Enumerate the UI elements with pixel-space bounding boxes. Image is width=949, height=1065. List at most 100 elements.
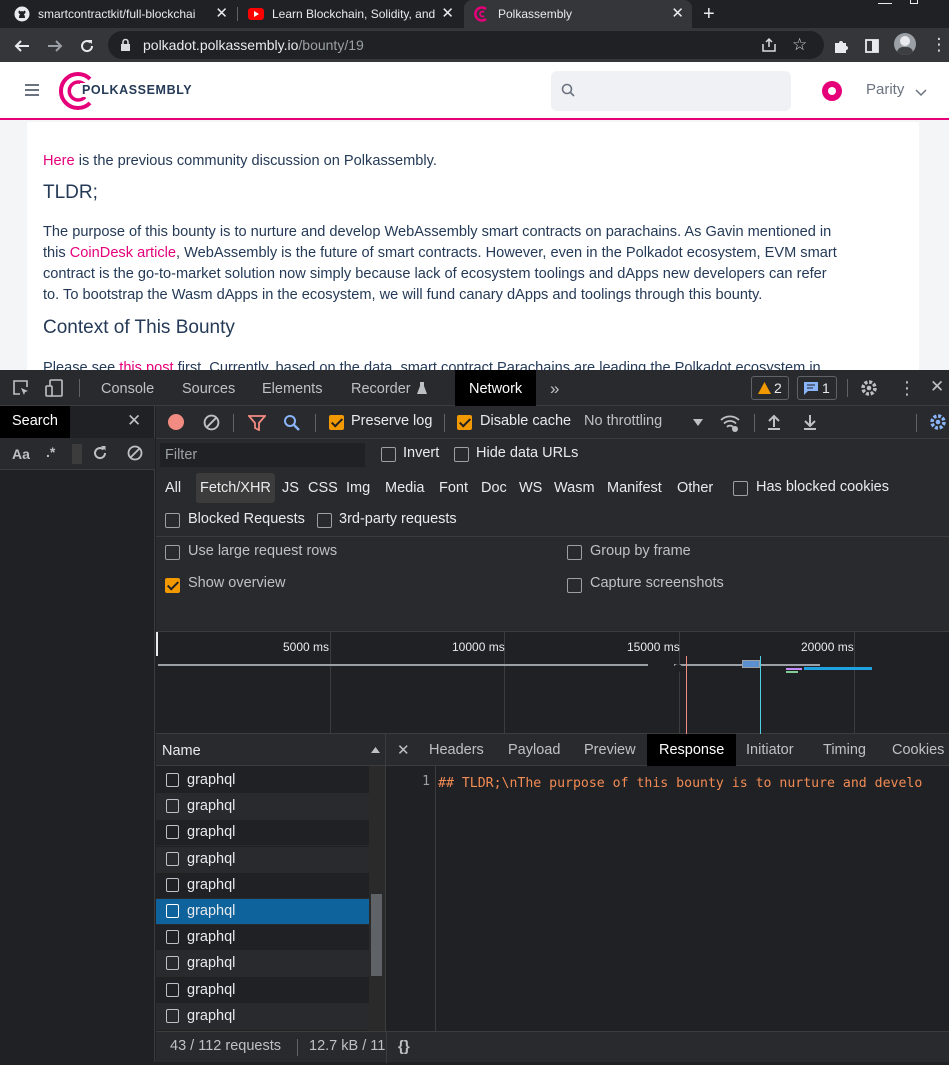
profile-avatar[interactable] (894, 33, 916, 55)
chevron-down-icon[interactable] (915, 84, 927, 102)
overview-start-handle[interactable] (156, 632, 158, 656)
dropdown-triangle-icon[interactable] (693, 419, 703, 426)
browser-tab-polkassembly[interactable]: Polkassembly ✕ (464, 0, 692, 28)
has-blocked-cookies-checkbox[interactable] (733, 481, 748, 496)
search-input[interactable] (72, 444, 82, 464)
request-row[interactable]: graphql (156, 768, 369, 794)
share-icon[interactable] (761, 37, 777, 58)
tab-preview[interactable]: Preview (584, 734, 636, 766)
tab-network[interactable]: Network (455, 370, 537, 406)
filter-other[interactable]: Other (677, 473, 713, 503)
clear-log-icon[interactable] (203, 414, 220, 431)
filter-css[interactable]: CSS (308, 473, 338, 503)
filter-media[interactable]: Media (385, 473, 425, 503)
filter-ws[interactable]: WS (519, 473, 542, 503)
device-toolbar-icon[interactable] (44, 378, 64, 398)
invert-checkbox[interactable] (381, 447, 396, 462)
request-row[interactable]: graphql (156, 925, 369, 952)
address-bar[interactable]: polkadot.polkassembly.io/bounty/19 ☆ (108, 31, 824, 59)
side-panel-icon[interactable] (860, 28, 884, 62)
network-selector[interactable]: Parity (866, 81, 904, 98)
filter-img[interactable]: Img (346, 473, 370, 503)
close-tab-icon[interactable]: ✕ (441, 4, 454, 22)
request-row[interactable]: graphql (156, 873, 369, 899)
search-network-icon[interactable] (283, 414, 301, 432)
export-har-download-icon[interactable] (803, 414, 817, 430)
group-by-frame-checkbox[interactable] (567, 545, 582, 560)
response-body[interactable]: ## TLDR;\nThe purpose of this bounty is … (438, 774, 943, 794)
filter-doc[interactable]: Doc (481, 473, 507, 503)
preserve-log-checkbox[interactable] (329, 415, 344, 430)
search-drawer-tab[interactable]: Search (0, 406, 70, 438)
tab-sources[interactable]: Sources (182, 370, 235, 406)
tab-response[interactable]: Response (647, 734, 737, 766)
filter-font[interactable]: Font (439, 473, 468, 503)
extensions-puzzle-icon[interactable] (829, 28, 853, 62)
filter-js[interactable]: JS (282, 473, 299, 503)
request-row[interactable]: graphql (156, 978, 369, 1004)
lock-icon[interactable] (120, 38, 131, 57)
tab-recorder[interactable]: Recorder (351, 370, 411, 406)
match-case-toggle[interactable]: Aa (12, 446, 30, 462)
name-column-header[interactable]: Name (156, 734, 385, 766)
throttling-select[interactable]: No throttling (584, 413, 662, 429)
sort-up-triangle-icon[interactable] (371, 740, 380, 756)
network-settings-gear-icon[interactable] (929, 413, 947, 431)
tab-initiator[interactable]: Initiator (746, 734, 794, 766)
close-search-icon[interactable]: ✕ (127, 411, 141, 431)
inspect-element-icon[interactable] (12, 379, 30, 397)
close-devtools-icon[interactable]: ✕ (930, 377, 944, 397)
reload-icon[interactable] (75, 28, 99, 62)
hamburger-menu-icon[interactable] (25, 84, 39, 96)
show-overview-checkbox[interactable] (165, 578, 180, 593)
filter-fetch-xhr[interactable]: Fetch/XHR (196, 473, 275, 503)
warnings-badge[interactable]: 2 (751, 376, 789, 400)
tab-elements[interactable]: Elements (262, 370, 322, 406)
close-tab-icon[interactable]: ✕ (671, 4, 684, 22)
tab-headers[interactable]: Headers (429, 734, 484, 766)
clear-search-icon[interactable] (127, 445, 143, 461)
regex-toggle[interactable]: .* (46, 444, 55, 460)
scrollbar-thumb[interactable] (371, 894, 382, 976)
request-row[interactable]: graphql (156, 899, 369, 925)
request-row[interactable]: graphql (156, 1003, 369, 1030)
settings-gear-icon[interactable] (860, 379, 878, 397)
restore-window-icon[interactable] (910, 0, 918, 4)
filter-funnel-icon[interactable] (248, 415, 266, 431)
more-options-icon[interactable]: ⋮ (898, 378, 916, 399)
tab-payload[interactable]: Payload (508, 734, 560, 766)
coindesk-article-link[interactable]: CoinDesk article (70, 245, 176, 261)
filter-manifest[interactable]: Manifest (607, 473, 662, 503)
polkassembly-logo[interactable]: POLKASSEMBLY (58, 71, 193, 111)
polkadot-network-icon[interactable] (822, 81, 842, 101)
blocked-requests-checkbox[interactable] (165, 513, 180, 528)
tab-cookies[interactable]: Cookies (892, 734, 944, 766)
large-request-rows-checkbox[interactable] (165, 545, 180, 560)
disable-cache-checkbox[interactable] (457, 415, 472, 430)
forward-arrow-icon[interactable] (43, 28, 67, 62)
pretty-print-button[interactable]: {} (398, 1038, 410, 1055)
capture-screenshots-checkbox[interactable] (567, 578, 582, 593)
new-tab-button[interactable]: + (703, 0, 723, 28)
filter-wasm[interactable]: Wasm (554, 473, 595, 503)
hide-data-urls-checkbox[interactable] (454, 447, 469, 462)
browser-tab-github[interactable]: smartcontractkit/full-blockchai ✕ (14, 0, 236, 28)
network-conditions-wifi-icon[interactable] (720, 414, 740, 432)
filter-all[interactable]: All (165, 473, 181, 503)
request-list-scrollbar[interactable] (369, 766, 385, 1062)
tab-console[interactable]: Console (101, 370, 154, 406)
close-tab-icon[interactable]: ✕ (215, 4, 228, 22)
this-post-link[interactable]: this post (119, 360, 173, 370)
browser-tab-youtube[interactable]: Learn Blockchain, Solidity, and ✕ (248, 0, 462, 28)
back-arrow-icon[interactable] (10, 28, 34, 62)
request-row[interactable]: graphql (156, 820, 369, 847)
messages-badge[interactable]: 1 (797, 376, 837, 400)
tab-timing[interactable]: Timing (823, 734, 866, 766)
bookmark-star-icon[interactable]: ☆ (792, 35, 807, 55)
site-search-box[interactable] (551, 71, 791, 111)
request-row[interactable]: graphql (156, 794, 369, 821)
import-har-upload-icon[interactable] (767, 414, 781, 430)
more-tabs-chevron-icon[interactable]: » (550, 379, 559, 399)
more-vertical-icon[interactable]: ⋮ (927, 28, 949, 62)
request-row[interactable]: graphql (156, 846, 369, 873)
